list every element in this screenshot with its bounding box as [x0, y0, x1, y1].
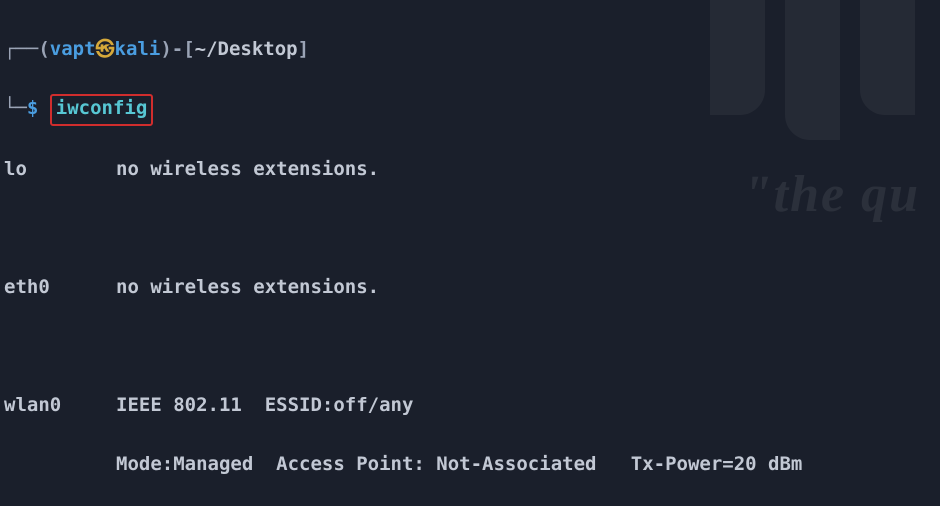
iface-name-eth0: eth0: [4, 273, 116, 302]
wlan0-line1: IEEE 802.11 ESSID:off/any: [116, 391, 413, 420]
prompt-at: ㉿: [96, 38, 115, 60]
iface-wlan0-l1: wlan0IEEE 802.11 ESSID:off/any: [4, 391, 936, 420]
prompt-line-top: ┌──(vapt㉿kali)-[~/Desktop]: [4, 35, 936, 64]
prompt-cwd: ~/Desktop: [195, 38, 298, 60]
iface-lo: lono wireless extensions.: [4, 155, 936, 184]
iface-lo-text: no wireless extensions.: [116, 155, 379, 184]
iface-eth0-text: no wireless extensions.: [116, 273, 379, 302]
prompt-sigil: $: [27, 97, 38, 119]
iface-name-lo: lo: [4, 155, 116, 184]
iface-name-wlan0: wlan0: [4, 391, 116, 420]
command-input[interactable]: iwconfig: [56, 97, 148, 119]
wlan0-mode: Mode:Managed Access Point:: [116, 453, 425, 475]
iface-wlan0-l2: Mode:Managed Access Point: Not-Associate…: [4, 450, 936, 479]
prompt-host: kali: [115, 38, 161, 60]
wlan0-assoc: Not-Associated Tx-Power=20 dBm: [425, 453, 803, 475]
prompt-user: vapt: [50, 38, 96, 60]
iface-eth0: eth0no wireless extensions.: [4, 273, 936, 302]
terminal[interactable]: ┌──(vapt㉿kali)-[~/Desktop] └─$ iwconfig …: [0, 0, 940, 506]
command-highlight: iwconfig: [50, 94, 154, 126]
prompt-line-bottom: └─$ iwconfig: [4, 94, 936, 126]
